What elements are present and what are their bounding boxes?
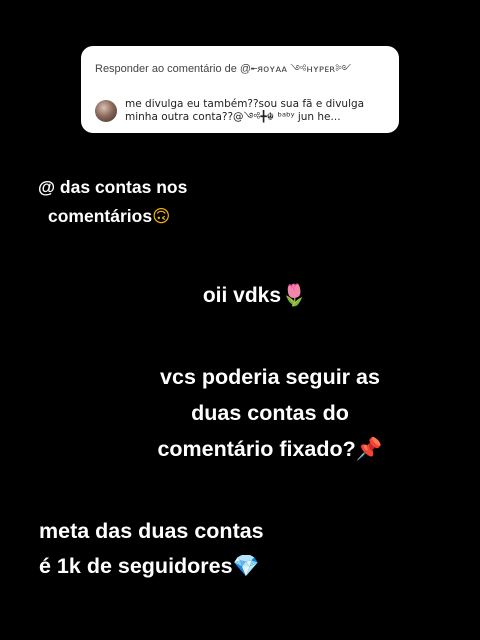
caption-goal-line2-text: é 1k de seguidores xyxy=(39,554,233,578)
caption-greeting: oii vdks🌷 xyxy=(0,282,480,309)
caption-request-line3-text: comentário fixado? xyxy=(157,437,356,461)
caption-tag-line1: @ das contas nos xyxy=(38,177,188,197)
gem-emoji-icon: 💎 xyxy=(232,554,260,579)
reply-header-label: Responder ao comentário de @ xyxy=(95,63,252,75)
reply-comment: me divulga eu também??sou sua fã e divul… xyxy=(95,98,385,124)
reply-header-handle: ╾ᴙᴏʏᴀᴀ ༺ʜʏᴘᴇʀ༻ xyxy=(251,64,352,75)
caption-goal-line1: meta das duas contas xyxy=(39,519,264,543)
caption-request-line1: vcs poderia seguir as xyxy=(160,365,380,389)
caption-request-line3: comentário fixado?📌 xyxy=(100,431,440,468)
caption-tag-line2: comentários🙃 xyxy=(38,202,238,232)
caption-goal: meta das duas contas é 1k de seguidores💎 xyxy=(39,514,339,584)
comment-text: me divulga eu também??sou sua fã e divul… xyxy=(125,98,365,123)
reply-header: Responder ao comentário de @╾ᴙᴏʏᴀᴀ ༺ʜʏᴘᴇ… xyxy=(95,58,385,86)
upside-down-face-emoji-icon: 🙃 xyxy=(152,207,171,227)
caption-request-line2: duas contas do xyxy=(191,401,349,425)
pushpin-emoji-icon: 📌 xyxy=(355,437,383,462)
reply-comment-card: Responder ao comentário de @╾ᴙᴏʏᴀᴀ ༺ʜʏᴘᴇ… xyxy=(81,46,399,133)
caption-goal-line2: é 1k de seguidores💎 xyxy=(39,549,339,584)
tulip-emoji-icon: 🌷 xyxy=(281,283,308,307)
caption-request: vcs poderia seguir as duas contas do com… xyxy=(100,359,440,468)
caption-tag-line2-text: comentários xyxy=(48,206,153,226)
avatar xyxy=(95,100,117,122)
caption-greeting-text: oii vdks xyxy=(202,284,282,307)
caption-tag-accounts: @ das contas nos comentários🙃 xyxy=(38,173,238,232)
